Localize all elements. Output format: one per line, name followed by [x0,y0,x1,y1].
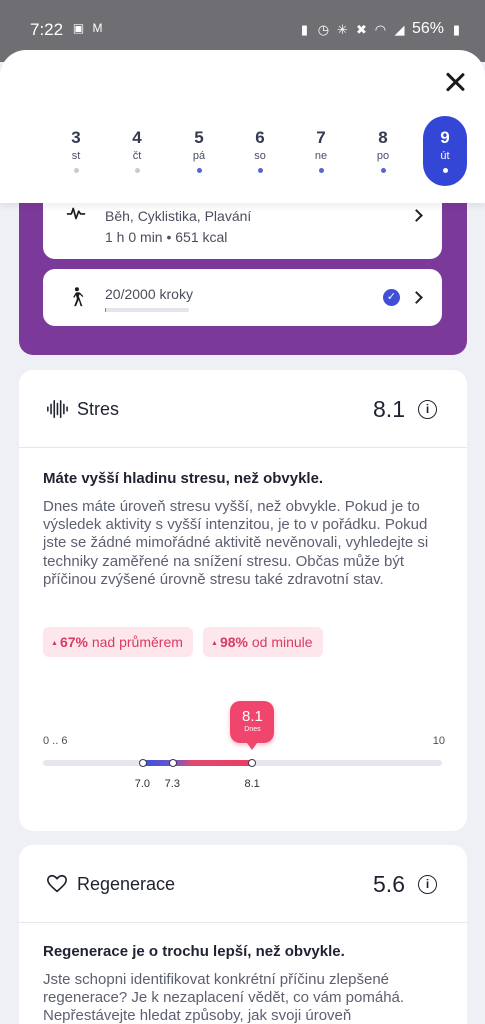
chip-text: nad průměrem [91,634,183,650]
signal-icon: ◢ [394,21,405,37]
wifi-icon: ◠ [374,21,387,37]
day-name: st [71,150,81,162]
today-value: 8.1 [242,708,263,725]
info-icon[interactable]: i [418,875,437,894]
regeneration-title: Regenerace [77,874,176,894]
battery-icon: ▮ [452,21,461,37]
day-item[interactable]: 5 pá [177,116,221,186]
day-item-selected[interactable]: 9 út [423,116,467,186]
workouts-title: Běh, Cyklistika, Plavání [105,208,252,224]
stress-value: 8.1 [373,396,405,422]
day-dot [196,168,202,173]
up-triangle-icon: ▲ [211,640,218,647]
close-icon[interactable] [443,70,467,94]
stress-card: Stres 8.1 i Máte vyšší hladinu stresu, n… [19,370,467,831]
day-number: 7 [316,128,326,147]
alarm-icon: ◷ [317,21,330,37]
chip-percent: 67% [59,634,88,650]
date-sheet: 3 st 4 čt 5 pá 6 so 7 ne 8 po 9 út [0,50,485,203]
scale-point [168,759,177,767]
status-left-icons: ▣ M [72,22,104,35]
status-time: 7:22 [30,20,64,39]
scale-point-label: 8.1 [244,778,260,790]
stress-header: Stres 8.1 i [19,370,467,448]
chip-percent: 98% [219,634,248,650]
day-number: 4 [132,128,142,147]
day-item[interactable]: 8 po [361,116,405,186]
day-name: pá [192,150,206,162]
activity-panel: Běh, Cyklistika, Plavání 1 h 0 min • 651… [19,180,467,355]
chevron-right-icon [412,211,422,221]
today-label: Dnes [244,726,261,733]
day-number: 8 [378,128,388,147]
day-name: čt [132,150,142,162]
scale-min-label: 0 .. 6 [43,735,68,747]
day-number: 6 [255,128,265,147]
heart-icon [47,874,67,893]
steps-card[interactable]: 20/2000 kroky ✓ [43,269,442,326]
day-number: 5 [194,128,204,147]
day-dot [73,168,79,173]
day-item[interactable]: 4 čt [115,116,159,186]
steps-progress [105,308,189,312]
day-name: po [376,150,390,162]
today-marker: 8.1 Dnes [230,701,275,750]
scale-point-label: 7.0 [134,778,151,790]
stress-wave-icon [47,399,68,419]
gallery-icon: ▣ [72,21,85,35]
scale-point [138,759,147,767]
walking-icon [73,287,84,307]
stress-description: Dnes máte úroveň stresu vyšší, než obvyk… [43,498,429,588]
day-name: ne [314,150,328,162]
since-last-chip: ▲ 98% od minule [203,627,323,657]
check-icon: ✓ [383,289,400,306]
workouts-summary: 1 h 0 min • 651 kcal [105,229,228,245]
regeneration-headline: Regenerace je o trochu lepší, než obvykl… [43,943,345,960]
stress-title: Stres [77,399,120,419]
day-name: so [254,150,266,162]
regeneration-card: Regenerace 5.6 i Regenerace je o trochu … [19,845,467,1024]
bluetooth-icon: ✳ [337,21,348,37]
day-item[interactable]: 3 st [54,116,98,186]
battery-percent: 56% [411,20,444,37]
regeneration-value: 5.6 [373,871,405,897]
stress-headline: Máte vyšší hladinu stresu, než obvykle. [43,470,324,487]
day-item[interactable]: 6 so [238,116,282,186]
day-name: út [440,150,450,162]
scale-point-label: 7.3 [164,778,180,790]
chip-text: od minule [251,634,313,650]
day-dot [134,168,140,173]
stress-scale: 0 .. 6 10 8.1 Dnes 7.0 7.3 8.1 [19,690,467,810]
lock-icon: ▮ [300,21,309,37]
day-dot [380,168,386,173]
up-triangle-icon: ▲ [51,640,58,647]
scale-max-label: 10 [432,735,445,747]
regeneration-header: Regenerace 5.6 i [19,845,467,923]
mute-icon: ✖ [356,21,367,37]
steps-progress-fill [105,308,106,312]
regeneration-description: Jste schopni identifikovat konkrétní pří… [43,971,405,1024]
status-right: ▮ ◷ ✳ ✖ ◠ ◢ 56% ▮ [298,20,463,38]
day-dot [318,168,324,173]
gmail-icon: M [92,21,103,35]
above-average-chip: ▲ 67% nad průměrem [43,627,193,657]
day-dot [257,168,263,173]
scale-range-bar [142,760,253,766]
heartbeat-icon [66,207,86,220]
day-dot [442,168,448,173]
steps-label: 20/2000 kroky [105,286,193,302]
info-icon[interactable]: i [418,400,437,419]
day-number: 9 [440,128,450,147]
day-number: 3 [71,128,81,147]
chevron-right-icon [412,293,422,303]
day-selector: 3 st 4 čt 5 pá 6 so 7 ne 8 po 9 út [44,116,474,186]
day-item[interactable]: 7 ne [299,116,343,186]
